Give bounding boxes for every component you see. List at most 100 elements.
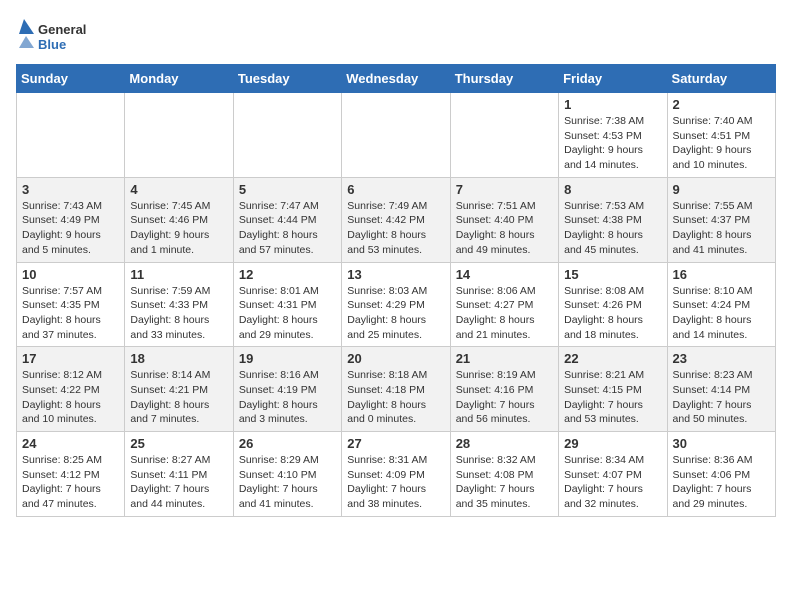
- logo: General Blue: [16, 16, 86, 56]
- day-info: Sunrise: 8:16 AM Sunset: 4:19 PM Dayligh…: [239, 368, 336, 427]
- day-cell: 14 Sunrise: 8:06 AM Sunset: 4:27 PM Dayli…: [450, 262, 558, 347]
- svg-text:General: General: [38, 22, 86, 37]
- day-number: 23: [673, 351, 770, 366]
- day-cell: 9 Sunrise: 7:55 AM Sunset: 4:37 PM Daylig…: [667, 177, 775, 262]
- day-info: Sunrise: 8:12 AM Sunset: 4:22 PM Dayligh…: [22, 368, 119, 427]
- day-number: 4: [130, 182, 227, 197]
- day-number: 25: [130, 436, 227, 451]
- day-cell: 20Sunrise: 8:18 AM Sunset: 4:18 PM Dayli…: [342, 347, 450, 432]
- day-number: 14: [456, 267, 553, 282]
- day-number: 24: [22, 436, 119, 451]
- day-cell: 1 Sunrise: 7:38 AM Sunset: 4:53 PM Daylig…: [559, 93, 667, 178]
- day-cell: 15 Sunrise: 8:08 AM Sunset: 4:26 PM Dayli…: [559, 262, 667, 347]
- day-number: 21: [456, 351, 553, 366]
- weekday-header-saturday: Saturday: [667, 65, 775, 93]
- day-number: 10: [22, 267, 119, 282]
- day-number: 9: [673, 182, 770, 197]
- day-cell: 17 Sunrise: 8:12 AM Sunset: 4:22 PM Dayli…: [17, 347, 125, 432]
- day-info: Sunrise: 8:31 AM Sunset: 4:09 PM Dayligh…: [347, 453, 444, 512]
- day-cell: 25 Sunrise: 8:27 AM Sunset: 4:11 PM Dayli…: [125, 432, 233, 517]
- day-info: Sunrise: 8:23 AM Sunset: 4:14 PM Dayligh…: [673, 368, 770, 427]
- weekday-header-thursday: Thursday: [450, 65, 558, 93]
- day-number: 13: [347, 267, 444, 282]
- day-cell: 24 Sunrise: 8:25 AM Sunset: 4:12 PM Dayli…: [17, 432, 125, 517]
- day-info: Sunrise: 8:21 AM Sunset: 4:15 PM Dayligh…: [564, 368, 661, 427]
- day-cell: [233, 93, 341, 178]
- day-cell: 18 Sunrise: 8:14 AM Sunset: 4:21 PM Dayli…: [125, 347, 233, 432]
- day-cell: 16 Sunrise: 8:10 AM Sunset: 4:24 PM Dayli…: [667, 262, 775, 347]
- day-cell: 19 Sunrise: 8:16 AM Sunset: 4:19 PM Dayli…: [233, 347, 341, 432]
- day-info: Sunrise: 8:25 AM Sunset: 4:12 PM Dayligh…: [22, 453, 119, 512]
- day-number: 5: [239, 182, 336, 197]
- day-cell: [450, 93, 558, 178]
- day-info: Sunrise: 8:19 AM Sunset: 4:16 PM Dayligh…: [456, 368, 553, 427]
- day-cell: 3 Sunrise: 7:43 AM Sunset: 4:49 PM Daylig…: [17, 177, 125, 262]
- day-info: Sunrise: 8:03 AM Sunset: 4:29 PM Dayligh…: [347, 284, 444, 343]
- day-info: Sunrise: 8:29 AM Sunset: 4:10 PM Dayligh…: [239, 453, 336, 512]
- day-cell: 10Sunrise: 7:57 AM Sunset: 4:35 PM Dayli…: [17, 262, 125, 347]
- day-number: 27: [347, 436, 444, 451]
- weekday-header-friday: Friday: [559, 65, 667, 93]
- day-info: Sunrise: 7:49 AM Sunset: 4:42 PM Dayligh…: [347, 199, 444, 258]
- weekday-header-sunday: Sunday: [17, 65, 125, 93]
- day-info: Sunrise: 8:10 AM Sunset: 4:24 PM Dayligh…: [673, 284, 770, 343]
- day-number: 16: [673, 267, 770, 282]
- day-number: 15: [564, 267, 661, 282]
- svg-text:Blue: Blue: [38, 37, 66, 52]
- week-row-1: 1 Sunrise: 7:38 AM Sunset: 4:53 PM Daylig…: [17, 93, 776, 178]
- day-info: Sunrise: 7:45 AM Sunset: 4:46 PM Dayligh…: [130, 199, 227, 258]
- day-cell: 27 Sunrise: 8:31 AM Sunset: 4:09 PM Dayli…: [342, 432, 450, 517]
- day-info: Sunrise: 7:38 AM Sunset: 4:53 PM Dayligh…: [564, 114, 661, 173]
- day-info: Sunrise: 7:53 AM Sunset: 4:38 PM Dayligh…: [564, 199, 661, 258]
- day-info: Sunrise: 8:06 AM Sunset: 4:27 PM Dayligh…: [456, 284, 553, 343]
- day-cell: 8 Sunrise: 7:53 AM Sunset: 4:38 PM Daylig…: [559, 177, 667, 262]
- day-cell: [342, 93, 450, 178]
- day-cell: 26 Sunrise: 8:29 AM Sunset: 4:10 PM Dayli…: [233, 432, 341, 517]
- day-info: Sunrise: 8:01 AM Sunset: 4:31 PM Dayligh…: [239, 284, 336, 343]
- day-info: Sunrise: 8:08 AM Sunset: 4:26 PM Dayligh…: [564, 284, 661, 343]
- day-cell: 12Sunrise: 8:01 AM Sunset: 4:31 PM Dayli…: [233, 262, 341, 347]
- day-info: Sunrise: 8:14 AM Sunset: 4:21 PM Dayligh…: [130, 368, 227, 427]
- day-number: 3: [22, 182, 119, 197]
- day-number: 26: [239, 436, 336, 451]
- day-info: Sunrise: 7:43 AM Sunset: 4:49 PM Dayligh…: [22, 199, 119, 258]
- day-number: 7: [456, 182, 553, 197]
- day-cell: 4 Sunrise: 7:45 AM Sunset: 4:46 PM Daylig…: [125, 177, 233, 262]
- day-number: 6: [347, 182, 444, 197]
- day-number: 11: [130, 267, 227, 282]
- day-cell: 6 Sunrise: 7:49 AM Sunset: 4:42 PM Daylig…: [342, 177, 450, 262]
- day-info: Sunrise: 8:32 AM Sunset: 4:08 PM Dayligh…: [456, 453, 553, 512]
- day-number: 1: [564, 97, 661, 112]
- day-cell: 7 Sunrise: 7:51 AM Sunset: 4:40 PM Daylig…: [450, 177, 558, 262]
- logo-svg: General Blue: [16, 16, 86, 56]
- day-info: Sunrise: 7:55 AM Sunset: 4:37 PM Dayligh…: [673, 199, 770, 258]
- day-number: 8: [564, 182, 661, 197]
- week-row-4: 17 Sunrise: 8:12 AM Sunset: 4:22 PM Dayli…: [17, 347, 776, 432]
- day-number: 19: [239, 351, 336, 366]
- day-info: Sunrise: 7:47 AM Sunset: 4:44 PM Dayligh…: [239, 199, 336, 258]
- day-number: 18: [130, 351, 227, 366]
- weekday-header-wednesday: Wednesday: [342, 65, 450, 93]
- day-number: 17: [22, 351, 119, 366]
- day-info: Sunrise: 8:34 AM Sunset: 4:07 PM Dayligh…: [564, 453, 661, 512]
- day-cell: 22Sunrise: 8:21 AM Sunset: 4:15 PM Dayli…: [559, 347, 667, 432]
- weekday-header-tuesday: Tuesday: [233, 65, 341, 93]
- day-cell: [17, 93, 125, 178]
- day-info: Sunrise: 7:40 AM Sunset: 4:51 PM Dayligh…: [673, 114, 770, 173]
- day-cell: 28 Sunrise: 8:32 AM Sunset: 4:08 PM Dayli…: [450, 432, 558, 517]
- day-cell: [125, 93, 233, 178]
- day-info: Sunrise: 8:27 AM Sunset: 4:11 PM Dayligh…: [130, 453, 227, 512]
- day-cell: 29 Sunrise: 8:34 AM Sunset: 4:07 PM Dayli…: [559, 432, 667, 517]
- day-number: 29: [564, 436, 661, 451]
- day-number: 28: [456, 436, 553, 451]
- day-cell: 21 Sunrise: 8:19 AM Sunset: 4:16 PM Dayli…: [450, 347, 558, 432]
- day-cell: 23 Sunrise: 8:23 AM Sunset: 4:14 PM Dayli…: [667, 347, 775, 432]
- week-row-3: 10Sunrise: 7:57 AM Sunset: 4:35 PM Dayli…: [17, 262, 776, 347]
- header-row: SundayMondayTuesdayWednesdayThursdayFrid…: [17, 65, 776, 93]
- day-cell: 30Sunrise: 8:36 AM Sunset: 4:06 PM Dayli…: [667, 432, 775, 517]
- week-row-2: 3 Sunrise: 7:43 AM Sunset: 4:49 PM Daylig…: [17, 177, 776, 262]
- day-number: 30: [673, 436, 770, 451]
- day-info: Sunrise: 8:18 AM Sunset: 4:18 PM Dayligh…: [347, 368, 444, 427]
- calendar-table: SundayMondayTuesdayWednesdayThursdayFrid…: [16, 64, 776, 517]
- day-info: Sunrise: 7:51 AM Sunset: 4:40 PM Dayligh…: [456, 199, 553, 258]
